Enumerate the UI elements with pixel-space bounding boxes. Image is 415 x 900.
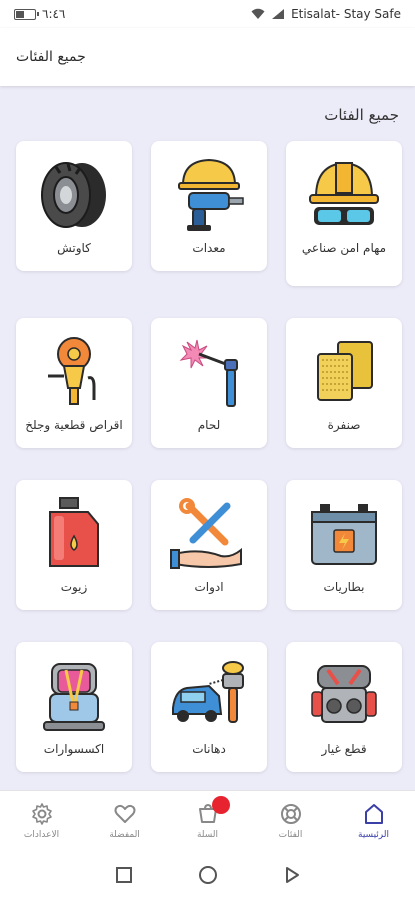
category-card-equipment[interactable]: معدات (151, 141, 267, 271)
system-nav-bar (0, 850, 415, 900)
recents-icon[interactable] (114, 865, 134, 885)
nav-label: المفضلة (109, 829, 140, 840)
welding-torch-icon (179, 339, 238, 407)
category-card-safety[interactable]: مهام امن صناعي (286, 141, 402, 286)
nav-categories[interactable]: الفئات (261, 802, 321, 840)
oil-jerrycan-icon (49, 497, 99, 567)
category-label: كاوتش (57, 241, 91, 255)
signal-icon (272, 9, 285, 19)
lifebuoy-icon (280, 803, 301, 824)
wifi-icon (251, 8, 265, 19)
tools-hand-icon (170, 498, 242, 569)
category-card-discs[interactable]: اقراص قطعية وجلخ (16, 318, 132, 448)
nav-settings[interactable]: الاعدادات (12, 802, 72, 840)
category-label: لحام (197, 418, 221, 432)
nav-label: السلة (196, 829, 219, 840)
categories-grid: مهام امن صناعي معدات كاوتش صنفرة لحام اق… (14, 141, 402, 790)
category-label: بطاريات (323, 580, 365, 594)
category-label: ادوات (194, 580, 224, 594)
grinder-disc-icon (48, 337, 96, 405)
nav-label: الاعدادات (23, 829, 60, 840)
category-label: اكسسوارات (43, 742, 105, 756)
home-button-icon[interactable] (198, 865, 218, 885)
power-drill-helmet-icon (178, 158, 244, 231)
category-label: معدات (192, 241, 226, 255)
spray-gun-car-icon (172, 661, 244, 723)
safety-helmet-goggles-icon (309, 161, 379, 225)
tire-icon (41, 162, 106, 228)
nav-home[interactable]: الرئيسية (344, 802, 404, 840)
back-icon[interactable] (282, 865, 302, 885)
category-label: زيوت (60, 580, 88, 594)
category-label: قطع غيار (321, 742, 367, 756)
gear-icon (31, 802, 52, 825)
section-title: جميع الفئات (324, 106, 399, 124)
category-card-paints[interactable]: دهانات (151, 642, 267, 772)
carrier-name: Etisalat- Stay Safe (291, 7, 401, 21)
bottom-nav: الرئيسية الفئات السلة المفضلة الاعدادات (0, 790, 415, 850)
category-card-batteries[interactable]: بطاريات (286, 480, 402, 610)
nav-label: الرئيسية (358, 829, 389, 840)
page-title: جميع الفئات (16, 49, 86, 65)
app-bar: جميع الفئات (0, 28, 415, 86)
home-icon (364, 803, 383, 824)
status-bar: ٦:٤٦ Etisalat- Stay Safe (0, 0, 415, 28)
category-card-tires[interactable]: كاوتش (16, 141, 132, 271)
category-label: دهانات (192, 742, 226, 756)
cart-badge (211, 795, 230, 814)
category-card-oils[interactable]: زيوت (16, 480, 132, 610)
nav-cart[interactable]: السلة (178, 795, 238, 840)
nav-label: الفئات (278, 829, 303, 840)
car-seat-icon (43, 663, 105, 731)
heart-icon (114, 804, 135, 823)
car-battery-icon (311, 504, 377, 565)
category-card-accessories[interactable]: اكسسوارات (16, 642, 132, 772)
sandpaper-icon (317, 341, 373, 401)
battery-icon (14, 8, 39, 20)
category-label: اقراص قطعية وجلخ (25, 418, 123, 432)
category-card-spare-parts[interactable]: قطع غيار (286, 642, 402, 772)
categories-content[interactable]: جميع الفئات مهام امن صناعي معدات كاوتش ص… (0, 86, 415, 790)
nav-favorites[interactable]: المفضلة (95, 802, 155, 840)
category-card-welding[interactable]: لحام (151, 318, 267, 448)
status-time: ٦:٤٦ (42, 7, 66, 21)
category-label: مهام امن صناعي (301, 241, 387, 255)
category-label: صنفرة (327, 418, 361, 432)
engine-parts-icon (311, 665, 377, 723)
category-card-tools[interactable]: ادوات (151, 480, 267, 610)
category-card-sandpaper[interactable]: صنفرة (286, 318, 402, 448)
